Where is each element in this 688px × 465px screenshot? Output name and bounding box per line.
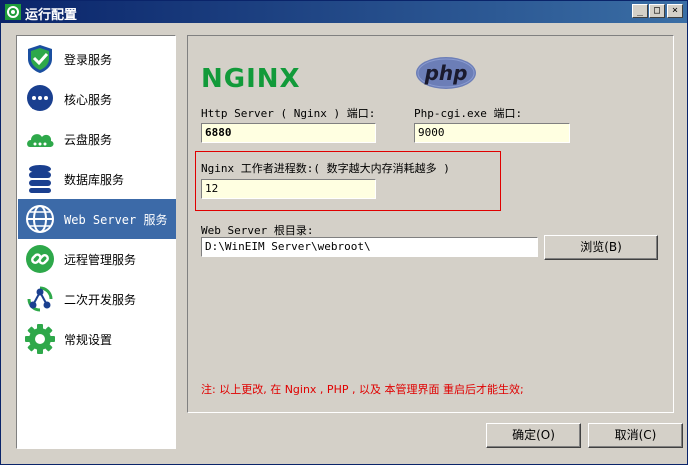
chat-bubble-icon [27,85,53,111]
close-button[interactable]: × [667,4,683,18]
php-port-label: Php-cgi.exe 端口: [414,107,523,120]
webroot-input[interactable]: D:\WinEIM Server\webroot\ [201,237,538,257]
sidebar-item-label: 数据库服务 [64,173,125,187]
restore-button[interactable]: □ [649,4,665,18]
webroot-label: Web Server 根目录: [201,224,314,237]
sidebar-item-label: 二次开发服务 [64,293,137,307]
sidebar-item-label: 远程管理服务 [64,253,137,267]
sidebar-item-dev[interactable]: 二次开发服务 [18,279,176,319]
share-nodes-icon [27,286,53,312]
sidebar-item-label: Web Server 服务 [64,213,168,227]
sidebar-item-web-server[interactable]: Web Server 服务 [18,199,176,239]
nginx-logo: NGINX [201,64,301,91]
worker-count-input[interactable]: 12 [201,179,376,199]
http-port-label: Http Server ( Nginx ) 端口: [201,107,376,120]
minimize-button[interactable]: _ [632,4,648,18]
shield-check-icon [28,45,52,73]
sidebar-item-general[interactable]: 常规设置 [18,319,176,359]
http-port-input[interactable]: 6880 [201,123,376,143]
sidebar-item-label: 云盘服务 [64,133,113,147]
database-icon [29,165,51,193]
sidebar-item-database[interactable]: 数据库服务 [18,159,176,199]
worker-label: Nginx 工作者进程数:( 数字越大内存消耗越多 ) [201,162,450,175]
ok-button[interactable]: 确定(O) [486,423,581,448]
sidebar-item-label: 常规设置 [64,333,113,347]
sidebar-item-core[interactable]: 核心服务 [18,79,176,119]
service-sidebar: 登录服务 核心服务 云盘服务 数据库服务 Web Server 服务 远程管理服… [16,35,176,449]
php-logo-text: php [424,61,468,85]
config-window: 运行配置 _ □ × 登录服务 核心服务 云盘服务 数据库服务 Web Serv… [0,0,688,465]
nginx-logo-text: NGINX [201,64,301,91]
link-icon [26,245,54,273]
gear-icon [25,324,55,354]
restart-note: 注: 以上更改, 在 Nginx , PHP , 以及 本管理界面 重启后才能生… [201,383,524,396]
cancel-button[interactable]: 取消(C) [588,423,683,448]
sidebar-item-cloud[interactable]: 云盘服务 [18,119,176,159]
php-port-input[interactable]: 9000 [414,123,570,143]
sidebar-item-label: 登录服务 [64,53,113,67]
window-title: 运行配置 [25,8,78,23]
sidebar-item-remote[interactable]: 远程管理服务 [18,239,176,279]
globe-icon [26,205,54,233]
php-logo: php [416,57,476,89]
sidebar-item-login[interactable]: 登录服务 [18,39,176,79]
browse-button[interactable]: 浏览(B) [544,235,658,260]
title-bar[interactable]: 运行配置 _ □ × [1,1,687,23]
app-gear-icon [5,4,21,20]
sidebar-item-label: 核心服务 [64,93,113,107]
cloud-icon [27,134,54,147]
